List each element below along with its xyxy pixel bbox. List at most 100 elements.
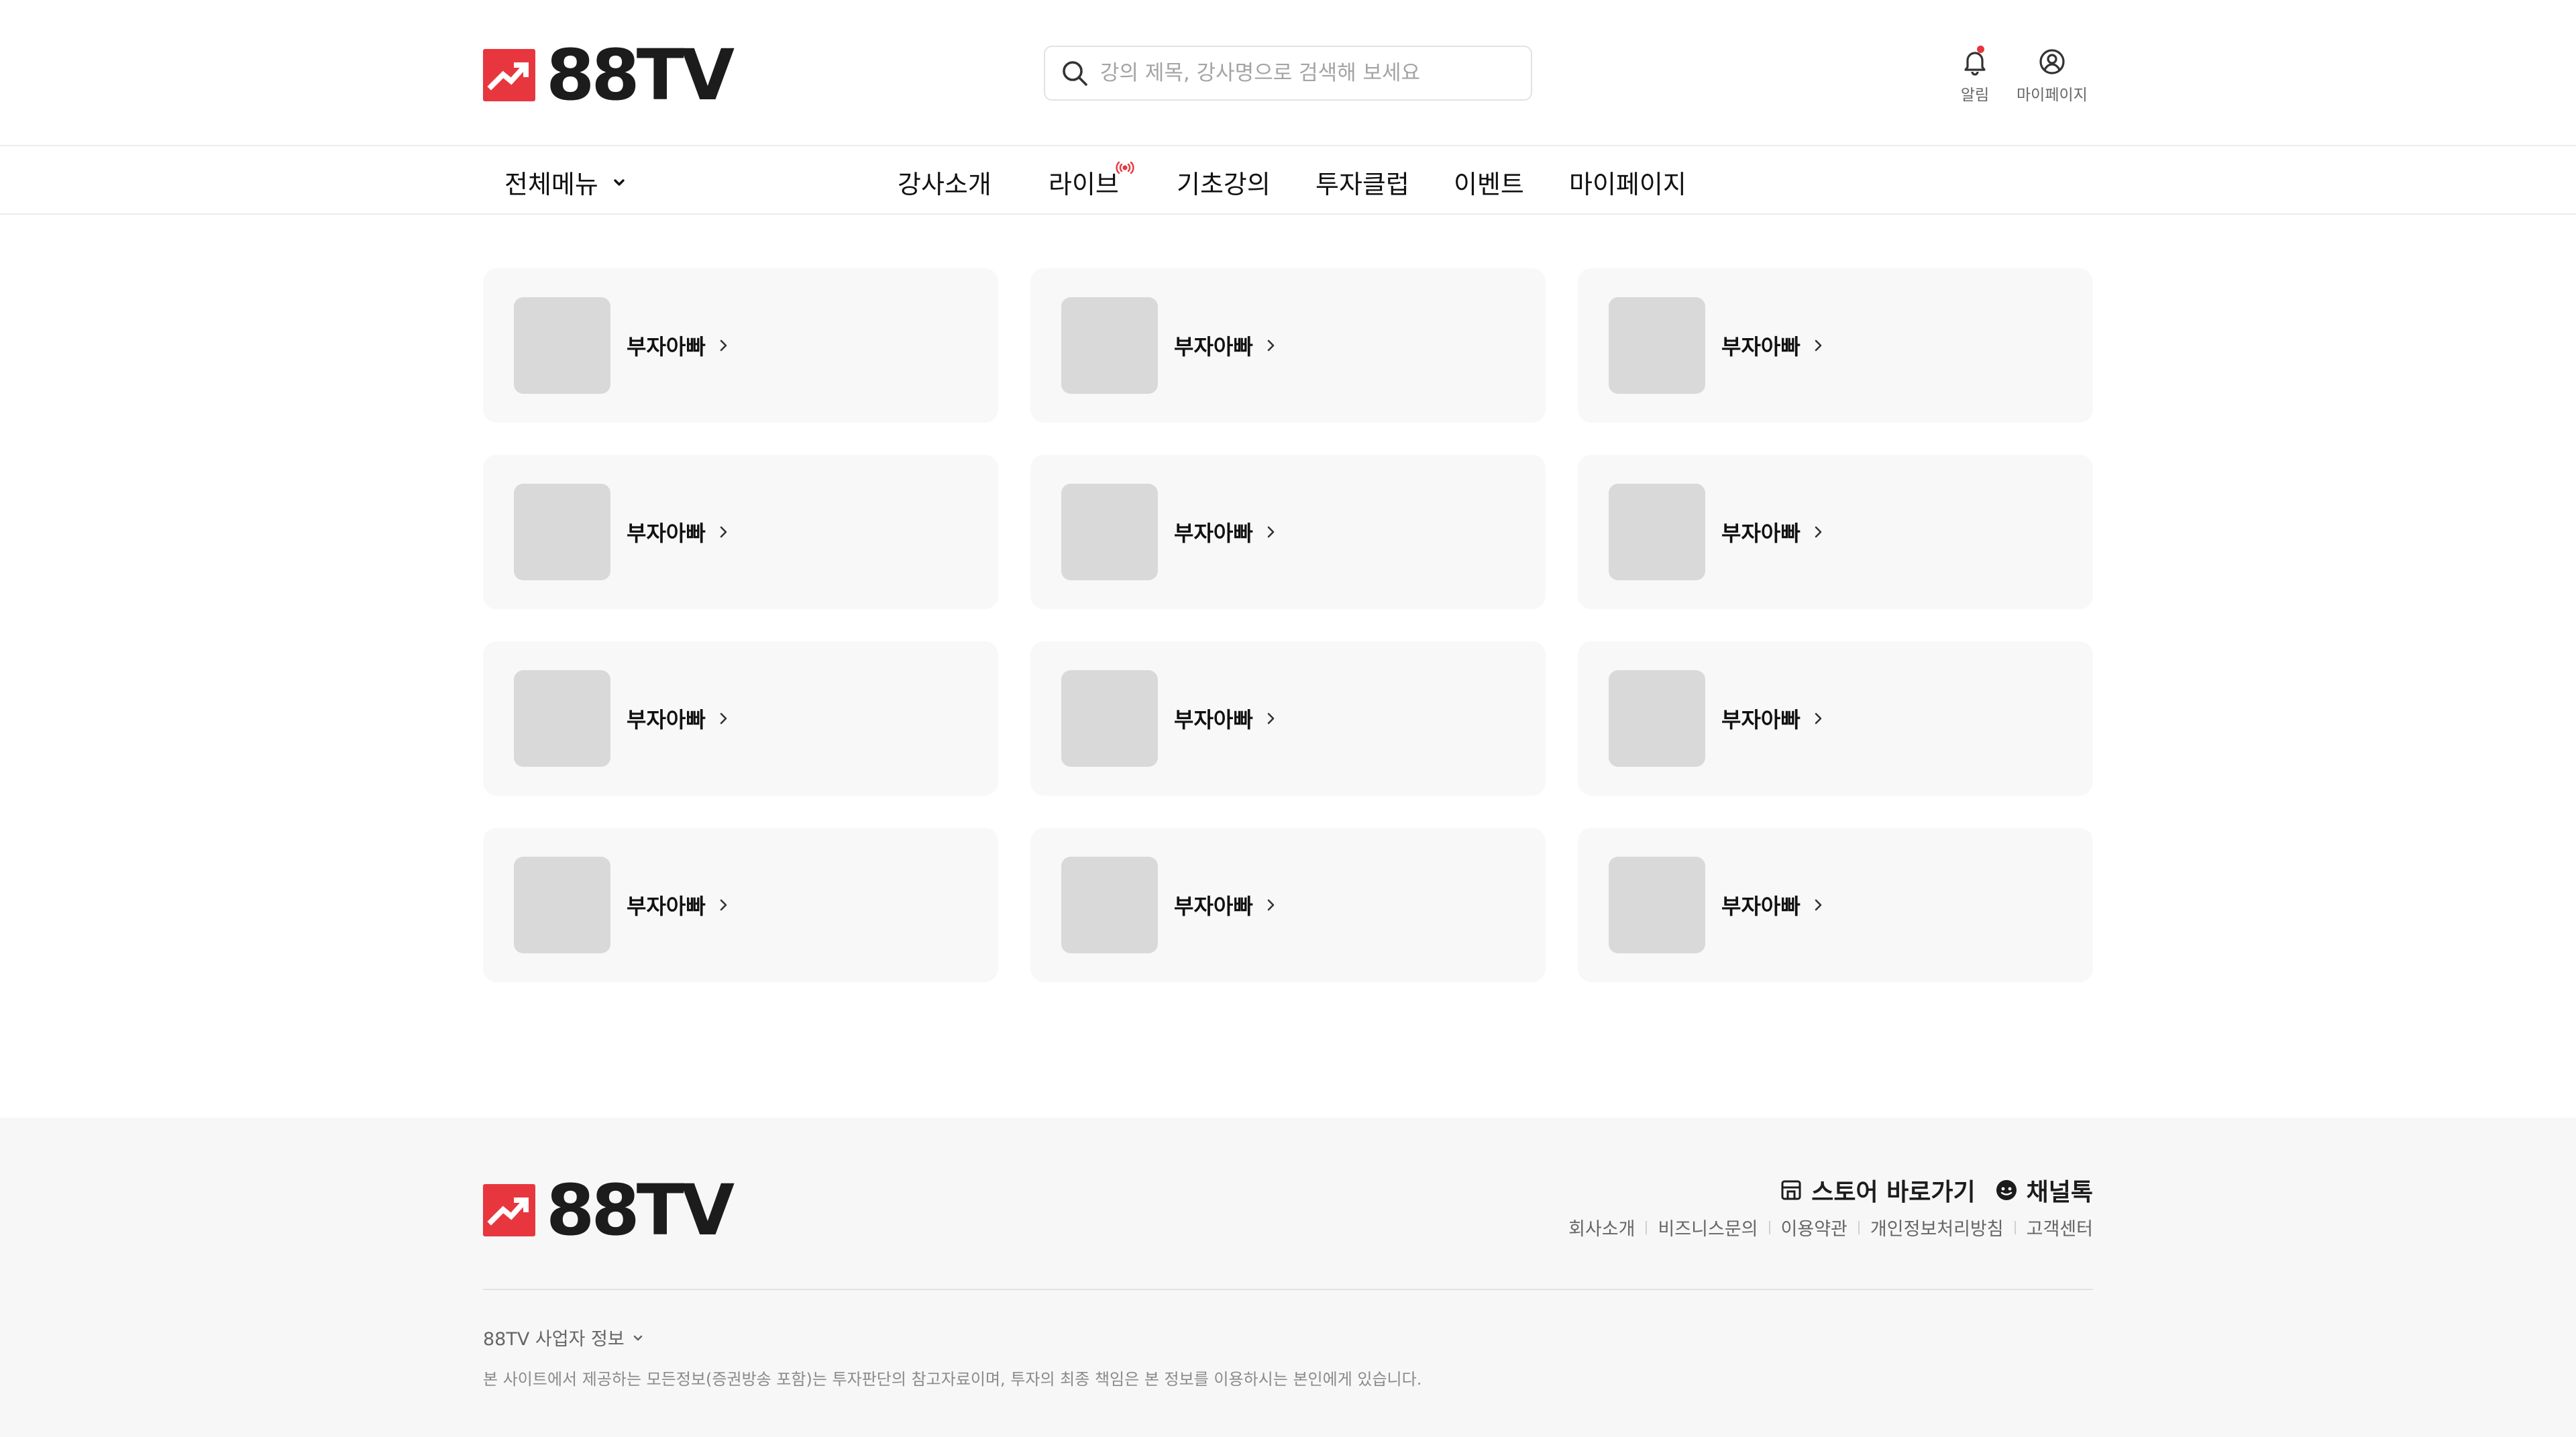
main-nav: 전체메뉴 강사소개 라이브 기초강의 투자클럽 이벤트 마이페이지 (0, 146, 2576, 215)
trend-arrow-icon (483, 49, 535, 101)
instructor-card[interactable]: 부자아빠 (1578, 641, 2093, 796)
instructor-avatar (514, 297, 610, 394)
instructor-card[interactable]: 부자아빠 (483, 828, 998, 982)
instructor-card[interactable]: 부자아빠 (1030, 455, 1546, 609)
instructor-avatar (1609, 297, 1705, 394)
disclaimer-text: 본 사이트에서 제공하는 모든정보(증권방송 포함)는 투자판단의 참고자료이며… (483, 1370, 1422, 1389)
chevron-right-icon (720, 526, 727, 538)
instructor-name: 부자아빠 (627, 334, 706, 360)
instructor-name: 부자아빠 (627, 707, 706, 733)
instructor-name: 부자아빠 (1174, 894, 1253, 919)
site-footer: 88TV 스토어 바로가기 채널톡 회사소개 비즈니스문의 이용약관 개인정보처… (0, 1118, 2576, 1437)
instructor-card[interactable]: 부자아빠 (483, 641, 998, 796)
store-link[interactable]: 스토어 바로가기 (1779, 1173, 1976, 1208)
instructor-name: 부자아빠 (627, 521, 706, 546)
chevron-right-icon (1267, 339, 1275, 352)
chevron-down-icon (614, 178, 625, 186)
chevron-right-icon (720, 899, 727, 911)
instructor-card[interactable]: 부자아빠 (1578, 828, 2093, 982)
alarm-button[interactable]: 알림 (1960, 46, 1990, 105)
nav-item-instructors[interactable]: 강사소개 (898, 164, 991, 201)
footer-link-terms[interactable]: 이용약관 (1781, 1214, 1847, 1240)
instructor-card[interactable]: 부자아빠 (1030, 641, 1546, 796)
chat-bubble-icon (1996, 1180, 2017, 1200)
chevron-right-icon (1267, 526, 1275, 538)
chevron-right-icon (1815, 526, 1822, 538)
notification-dot (1977, 46, 1984, 53)
nav-item-mypage[interactable]: 마이페이지 (1569, 164, 1686, 201)
footer-link-privacy[interactable]: 개인정보처리방침 (1870, 1214, 2004, 1240)
instructor-card[interactable]: 부자아빠 (1578, 455, 2093, 609)
instructor-avatar (514, 857, 610, 953)
chevron-right-icon (1267, 712, 1275, 725)
footer-link-business-inquiry[interactable]: 비즈니스문의 (1658, 1214, 1758, 1240)
trend-arrow-icon (483, 1184, 535, 1236)
instructor-avatar (1609, 857, 1705, 953)
instructor-avatar (1061, 857, 1158, 953)
live-broadcast-icon (1116, 161, 1134, 174)
divider (1646, 1220, 1648, 1234)
chevron-right-icon (720, 339, 727, 352)
search-input[interactable] (1100, 61, 1516, 85)
mypage-label: 마이페이지 (2017, 87, 2088, 104)
instructor-avatar (1609, 670, 1705, 767)
instructor-grid: 부자아빠 부자아빠 부자아빠 부자아빠 부자아빠 부자아빠 부자아빠 부자아빠 부자아빠 부자아빠… (483, 268, 2093, 982)
user-circle-icon (2039, 49, 2065, 74)
footer-secondary-links: 회사소개 비즈니스문의 이용약관 개인정보처리방침 고객센터 (1568, 1214, 2093, 1240)
chevron-right-icon (1815, 339, 1822, 352)
channel-talk-link[interactable]: 채널톡 (1994, 1173, 2093, 1208)
business-info-toggle[interactable]: 88TV 사업자 정보 (483, 1324, 645, 1350)
instructor-name: 부자아빠 (1721, 334, 1801, 360)
logo-wordmark: 88TV (546, 34, 735, 116)
instructor-card[interactable]: 부자아빠 (1030, 268, 1546, 423)
alarm-label: 알림 (1960, 87, 1990, 104)
footer-link-company[interactable]: 회사소개 (1568, 1214, 1635, 1240)
instructor-name: 부자아빠 (627, 894, 706, 919)
instructor-name: 부자아빠 (1721, 894, 1801, 919)
store-link-label: 스토어 바로가기 (1811, 1179, 1976, 1206)
footer-logo[interactable]: 88TV (483, 1169, 735, 1251)
divider (1768, 1220, 1770, 1234)
instructor-name: 부자아빠 (1174, 334, 1253, 360)
instructor-card[interactable]: 부자아빠 (483, 455, 998, 609)
instructor-avatar (1061, 670, 1158, 767)
chevron-right-icon (1815, 899, 1822, 911)
nav-item-invest-club[interactable]: 투자클럽 (1316, 164, 1409, 201)
nav-item-basic-lectures[interactable]: 기초강의 (1177, 164, 1271, 201)
store-icon (1781, 1180, 1801, 1200)
instructor-name: 부자아빠 (1174, 521, 1253, 546)
footer-primary-links: 스토어 바로가기 채널톡 (1779, 1173, 2093, 1208)
footer-logo-wordmark: 88TV (546, 1169, 735, 1251)
all-menu-button[interactable]: 전체메뉴 (504, 164, 628, 201)
chevron-down-icon (633, 1335, 642, 1340)
instructor-name: 부자아빠 (1721, 521, 1801, 546)
instructor-avatar (1609, 484, 1705, 580)
site-header: 88TV 알림 마이페이지 (0, 0, 2576, 146)
instructor-card[interactable]: 부자아빠 (1030, 828, 1546, 982)
instructor-name: 부자아빠 (1721, 707, 1801, 733)
search-box[interactable] (1044, 46, 1532, 101)
all-menu-label: 전체메뉴 (504, 170, 598, 199)
instructor-avatar (1061, 297, 1158, 394)
bell-icon (1964, 52, 1986, 76)
mypage-button[interactable]: 마이페이지 (2017, 47, 2088, 105)
business-info-label: 88TV 사업자 정보 (483, 1329, 625, 1350)
footer-divider (483, 1289, 2093, 1290)
divider (2014, 1220, 2016, 1234)
instructor-card[interactable]: 부자아빠 (1578, 268, 2093, 423)
search-icon (1063, 61, 1087, 86)
instructor-avatar (1061, 484, 1158, 580)
chevron-right-icon (720, 712, 727, 725)
site-logo[interactable]: 88TV (483, 34, 735, 116)
footer-link-support[interactable]: 고객센터 (2027, 1214, 2093, 1240)
nav-item-events[interactable]: 이벤트 (1454, 164, 1524, 201)
instructor-name: 부자아빠 (1174, 707, 1253, 733)
instructor-avatar (514, 670, 610, 767)
chevron-right-icon (1267, 899, 1275, 911)
channel-talk-label: 채널톡 (2026, 1179, 2093, 1206)
divider (1858, 1220, 1860, 1234)
nav-item-live[interactable]: 라이브 (1049, 164, 1119, 201)
instructor-card[interactable]: 부자아빠 (483, 268, 998, 423)
chevron-right-icon (1815, 712, 1822, 725)
instructor-avatar (514, 484, 610, 580)
